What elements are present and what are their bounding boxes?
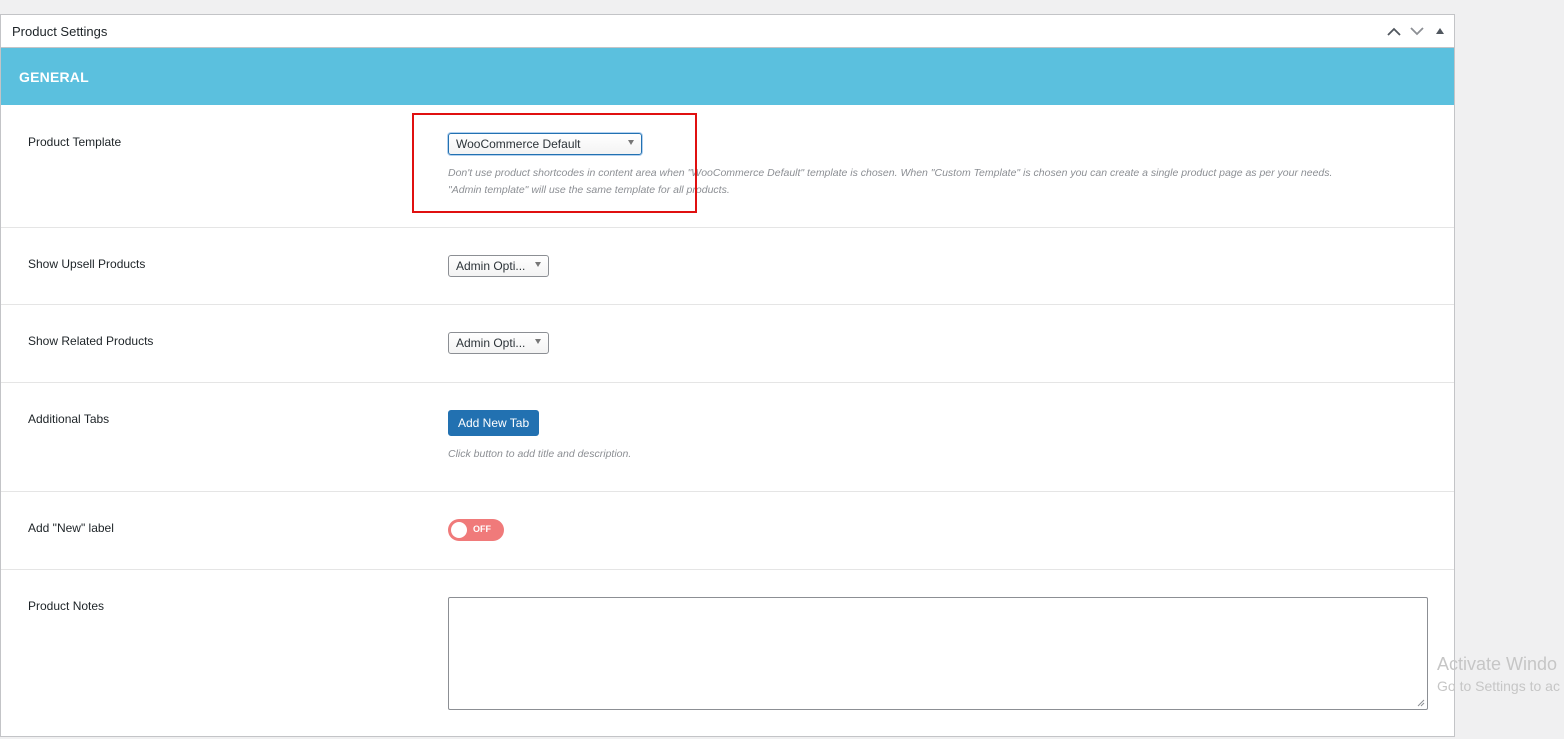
additional-tabs-help: Click button to add title and descriptio… xyxy=(448,448,632,460)
panel-header-controls xyxy=(1386,23,1448,39)
chevron-up-icon[interactable] xyxy=(1386,23,1402,39)
row-additional-tabs: Additional Tabs Add New Tab Click button… xyxy=(1,383,1454,492)
product-template-label: Product Template xyxy=(28,135,122,149)
toggle-state-text: OFF xyxy=(473,524,491,534)
upsell-products-selected: Admin Opti... xyxy=(456,259,526,273)
row-upsell-products: Show Upsell Products Admin Opti... xyxy=(1,228,1454,305)
related-products-label: Show Related Products xyxy=(28,334,154,348)
add-new-tab-button[interactable]: Add New Tab xyxy=(448,410,540,436)
chevron-down-icon[interactable] xyxy=(1409,23,1425,39)
related-products-selected: Admin Opti... xyxy=(456,336,526,350)
product-notes-textarea[interactable] xyxy=(448,597,1428,710)
row-product-notes: Product Notes xyxy=(1,570,1454,736)
watermark-line2: Go to Settings to ac xyxy=(1437,678,1560,694)
row-product-template: Product Template WooCommerce Default Don… xyxy=(1,106,1454,228)
panel-title: Product Settings xyxy=(12,24,108,39)
product-notes-label: Product Notes xyxy=(28,599,105,613)
upsell-products-label: Show Upsell Products xyxy=(28,257,146,271)
new-label-toggle[interactable]: OFF xyxy=(448,519,504,541)
row-related-products: Show Related Products Admin Opti... xyxy=(1,305,1454,383)
chevron-down-icon xyxy=(535,339,541,344)
windows-activation-watermark: Activate Windo Go to Settings to ac xyxy=(1437,654,1560,694)
new-label-label: Add "New" label xyxy=(28,521,114,535)
highlight-box xyxy=(412,113,697,213)
triangle-up-icon[interactable] xyxy=(1432,23,1448,39)
section-title: GENERAL xyxy=(19,69,89,85)
section-header-general: GENERAL xyxy=(1,48,1454,105)
additional-tabs-label: Additional Tabs xyxy=(28,412,110,426)
watermark-line1: Activate Windo xyxy=(1437,654,1558,674)
panel-header: Product Settings xyxy=(1,15,1454,48)
upsell-products-select[interactable]: Admin Opti... xyxy=(448,255,549,277)
product-settings-panel: Product Settings GENERAL Product Templat… xyxy=(0,14,1455,737)
resize-grip-icon[interactable] xyxy=(1417,699,1425,707)
related-products-select[interactable]: Admin Opti... xyxy=(448,332,549,354)
toggle-knob xyxy=(451,522,467,538)
chevron-down-icon xyxy=(535,262,541,267)
row-new-label: Add "New" label OFF xyxy=(1,492,1454,570)
